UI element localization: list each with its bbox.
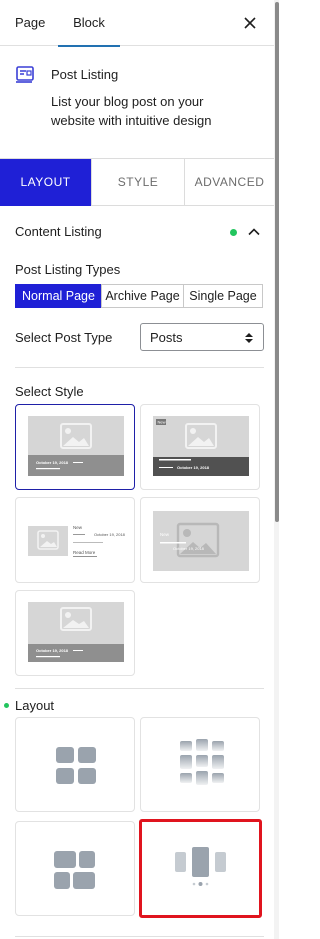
tab-advanced[interactable]: ADVANCED <box>185 159 274 206</box>
tab-block[interactable]: Block <box>58 0 120 47</box>
masonry-layout-icon <box>180 739 224 785</box>
content-listing-panel-toggle[interactable]: Content Listing <box>15 222 265 242</box>
style-4-date: October 19, 2018 <box>173 546 205 551</box>
type-single-page-button[interactable]: Single Page <box>183 284 263 308</box>
layout-option-masonry[interactable] <box>140 717 260 812</box>
chevron-up-icon <box>248 228 260 236</box>
style-4-tag: New <box>160 532 170 537</box>
style-3-preview: New October 19, 2018 Read More <box>28 525 126 557</box>
layout-option-grid-wide[interactable] <box>15 821 135 916</box>
sidebar-header-tabs: Page Block <box>0 0 274 47</box>
type-normal-page-button[interactable]: Normal Page <box>15 284 102 308</box>
layout-option-grid[interactable] <box>15 717 135 812</box>
status-dot <box>4 703 9 708</box>
scrollbar-thumb[interactable] <box>275 2 279 522</box>
tab-layout[interactable]: LAYOUT <box>0 159 92 206</box>
type-archive-page-button[interactable]: Archive Page <box>101 284 184 308</box>
divider <box>15 688 264 689</box>
tab-style[interactable]: STYLE <box>92 159 185 206</box>
tab-page[interactable]: Page <box>15 0 45 46</box>
post-type-value: Posts <box>150 330 183 345</box>
close-icon <box>244 17 256 29</box>
block-description: List your blog post on your website with… <box>51 94 212 128</box>
style-2-preview: New October 19, 2018 <box>153 416 249 476</box>
layout-option-slider[interactable] <box>139 819 262 918</box>
grid-layout-icon <box>56 747 96 784</box>
block-title: Post Listing <box>51 67 119 82</box>
style-3-date: October 19, 2018 <box>94 532 126 537</box>
slider-layout-icon <box>175 847 226 886</box>
style-4-preview: New October 19, 2018 <box>153 511 249 571</box>
style-2-tag: New <box>158 420 166 425</box>
style-2-date: October 19, 2018 <box>177 465 210 470</box>
style-3-read-more: Read More <box>73 550 96 555</box>
divider <box>15 936 264 937</box>
style-1-date: October 19, 2018 <box>36 460 69 465</box>
post-listing-types-label: Post Listing Types <box>15 262 121 277</box>
settings-tabs: LAYOUT STYLE ADVANCED <box>0 158 274 206</box>
panel-title: Content Listing <box>15 224 102 239</box>
divider <box>15 367 264 368</box>
style-option-4[interactable]: New October 19, 2018 <box>140 497 260 583</box>
style-option-2[interactable]: New October 19, 2018 <box>140 404 260 490</box>
style-option-3[interactable]: New October 19, 2018 Read More <box>15 497 135 583</box>
post-type-select[interactable]: Posts <box>140 323 264 351</box>
status-dot <box>230 229 237 236</box>
grid-wide-layout-icon <box>54 851 95 889</box>
select-style-label: Select Style <box>15 384 84 399</box>
layout-label: Layout <box>15 698 55 713</box>
close-button[interactable] <box>240 13 260 33</box>
style-5-preview: October 19, 2018 <box>28 602 124 662</box>
select-arrows-icon <box>245 333 253 343</box>
select-post-type-label: Select Post Type <box>15 330 113 345</box>
style-5-date: October 19, 2018 <box>36 648 69 653</box>
style-option-1[interactable]: October 19, 2018 <box>15 404 135 490</box>
scrollbar[interactable] <box>274 0 279 939</box>
style-1-preview: October 19, 2018 <box>28 416 124 476</box>
style-3-tag: New <box>73 525 83 530</box>
post-listing-type-selector: Normal Page Archive Page Single Page <box>15 284 264 308</box>
style-option-5[interactable]: October 19, 2018 <box>15 590 135 676</box>
post-listing-icon <box>16 66 34 83</box>
